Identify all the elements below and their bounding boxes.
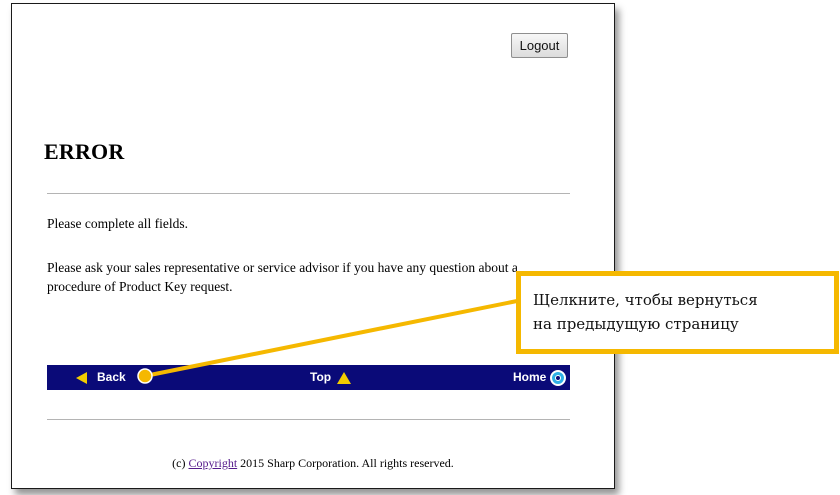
top-label: Top: [310, 370, 332, 384]
back-label: Back: [97, 370, 126, 384]
callout-line-1: Щелкните, чтобы вернуться: [533, 291, 758, 309]
home-link[interactable]: Home: [513, 365, 567, 390]
callout-line-2: на предыдущую страницу: [533, 315, 739, 333]
footer-suffix: 2015 Sharp Corporation. All rights reser…: [240, 456, 454, 470]
footer-prefix: (c): [172, 456, 186, 470]
navigation-bar: Back Top Home: [47, 365, 570, 390]
home-circle-icon: [550, 369, 567, 386]
page-title: ERROR: [44, 139, 125, 164]
footer: (c) Copyright 2015 Sharp Corporation. Al…: [12, 456, 614, 471]
back-link[interactable]: Back: [76, 365, 126, 390]
home-label: Home: [513, 370, 547, 384]
help-message: Please ask your sales representative or …: [47, 260, 518, 294]
error-message: Please complete all fields.: [47, 216, 188, 231]
arrow-up-icon: [337, 371, 352, 384]
copyright-link[interactable]: Copyright: [189, 456, 238, 470]
error-page: Logout ERROR Please complete all fields.…: [11, 3, 615, 489]
divider-bottom: [47, 419, 570, 420]
divider-top: [47, 193, 570, 194]
top-link[interactable]: Top: [310, 365, 352, 390]
logout-button[interactable]: Logout: [511, 33, 568, 58]
arrow-left-icon: [76, 371, 87, 384]
callout-box: Щелкните, чтобы вернуться на предыдущую …: [516, 271, 839, 354]
